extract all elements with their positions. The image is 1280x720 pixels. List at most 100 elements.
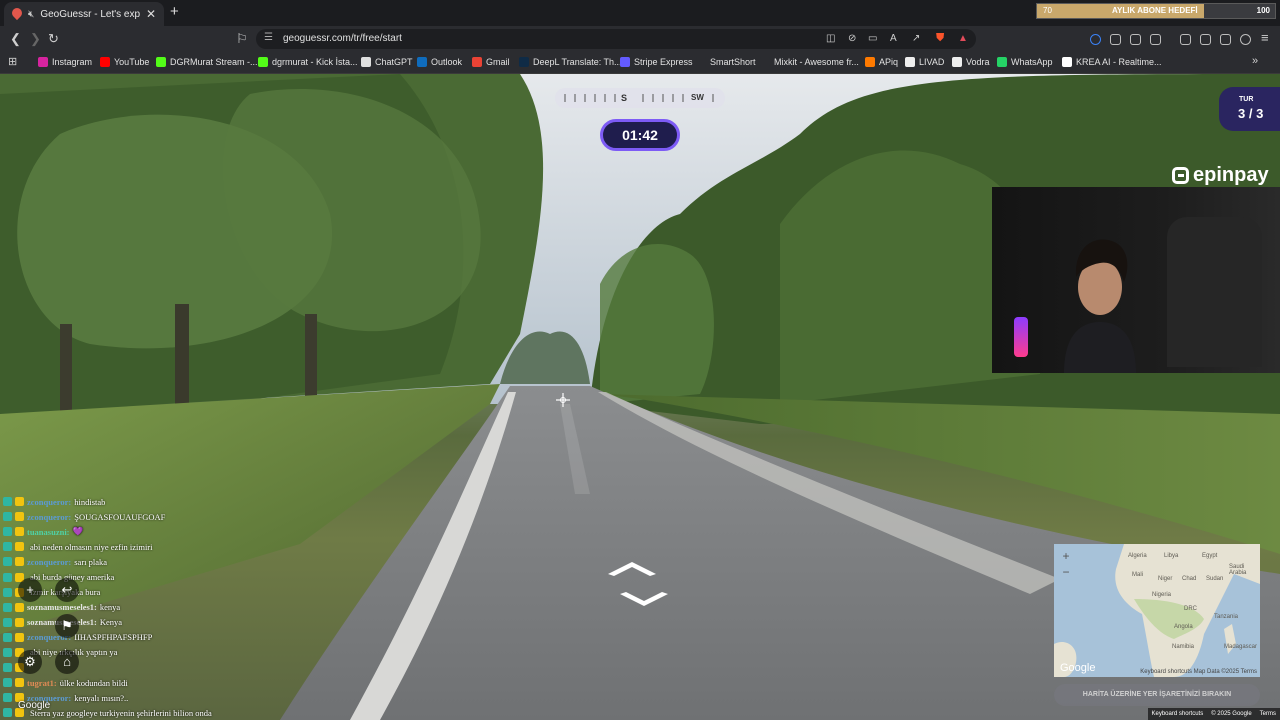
bookmark-item[interactable]: DGRMurat Stream -... — [156, 57, 258, 67]
tab-geoguessr[interactable]: 🔇︎ GeoGuessr - Let's explore the ✕ — [4, 2, 164, 26]
chat-message: Sterra yaz googleye turkiyenin şehirleri… — [3, 705, 333, 720]
bookmark-favicon-icon — [156, 57, 166, 67]
street-view-panorama[interactable]: S SW 01:42 TUR 3 / 3 epinpay zconqueror:… — [0, 74, 1280, 720]
bookmark-item[interactable]: Vodra — [952, 57, 990, 67]
site-info-icon[interactable]: ☰ — [264, 32, 273, 43]
terms-link[interactable]: Terms — [1260, 711, 1276, 717]
mute-icon[interactable]: ⊘ — [848, 32, 856, 45]
tab-close-icon[interactable]: ✕ — [146, 7, 156, 21]
bookmark-favicon-icon — [865, 57, 875, 67]
chat-username: soznamusmeseles1: — [27, 602, 97, 613]
bookmark-item[interactable]: LIVAD — [905, 57, 944, 67]
reader-icon[interactable]: ◫ — [826, 32, 835, 45]
chat-text: abi neden olmasın niye ezfin izimiri — [30, 541, 153, 552]
chat-message: zconqueror: IIHASPFHPAFSPHFP — [3, 630, 333, 645]
more-bookmarks-icon[interactable]: » — [1252, 55, 1258, 68]
chat-text: Sterra yaz googleye turkiyenin şehirleri… — [30, 707, 212, 718]
extension-icon[interactable] — [1110, 34, 1121, 45]
forward-icon[interactable]: ❯ — [30, 32, 41, 45]
zoom-in-icon[interactable]: + — [18, 578, 42, 602]
chat-message: İzmir karşıyaka bura — [3, 585, 333, 600]
extension-icon[interactable] — [1150, 34, 1161, 45]
bookmark-label: Gmail — [486, 57, 510, 67]
guess-minimap[interactable]: Algeria Libya Egypt Mali Niger Chad Sudan Niger… — [1054, 544, 1260, 677]
map-country-label: Tanzania — [1214, 614, 1239, 620]
chat-message: tuanasuzni: 💜 — [3, 524, 333, 539]
cast-icon[interactable]: ▭ — [868, 32, 877, 45]
settings-gear-icon[interactable]: ⚙ — [18, 650, 42, 674]
goal-target: 100 — [1256, 6, 1270, 15]
bookmark-item[interactable]: DeepL Translate: Th... — [519, 57, 622, 67]
map-zoom-out-icon[interactable]: − — [1060, 566, 1072, 578]
apps-grid-icon[interactable]: ⊞ — [8, 56, 17, 69]
sponsor-name: epinpay — [1193, 164, 1269, 186]
speaker-muted-icon[interactable]: 🔇︎ — [28, 9, 34, 20]
bookmark-item[interactable]: SmartShort — [696, 57, 756, 67]
map-country-label: Madagascar — [1224, 644, 1258, 650]
round-label: TUR — [1239, 96, 1254, 103]
chat-message: zconqueror: ŞOUGASFOUAUFGOAF — [3, 509, 333, 524]
bookmark-item[interactable]: Gmail — [472, 57, 510, 67]
chat-username: tugrat1: — [27, 677, 57, 688]
bookmark-favicon-icon — [38, 57, 48, 67]
brave-shield-icon[interactable]: ⛊ — [936, 32, 944, 45]
chat-message — [3, 660, 333, 675]
guess-button[interactable]: HARİTA ÜZERİNE YER İŞARETİNİZİ BIRAKIN — [1054, 684, 1260, 706]
bookmark-item[interactable]: Instagram — [38, 57, 92, 67]
back-icon[interactable]: ❮ — [10, 32, 21, 45]
bookmark-favicon-icon — [258, 57, 268, 67]
chat-text: ŞOUGASFOUAUFGOAF — [74, 511, 166, 522]
bookmark-label: DeepL Translate: Th... — [533, 57, 622, 67]
bookmark-item[interactable]: ChatGPT — [361, 57, 413, 67]
bookmark-item[interactable]: Stripe Express — [620, 57, 693, 67]
move-forward-arrow-icon — [608, 562, 656, 576]
chat-badge-icon — [3, 663, 12, 673]
bookmark-item[interactable]: dgrmurat - Kick İsta... — [258, 57, 358, 67]
chat-text: kenyalı mısın?.. — [74, 692, 129, 703]
bookmark-icon[interactable]: ⚐ — [236, 32, 248, 45]
sidebar-icon[interactable] — [1180, 34, 1191, 45]
screen: 🔇︎ GeoGuessr - Let's explore the ✕ + 70 … — [0, 0, 1280, 720]
epinpay-logo-icon — [1172, 167, 1189, 184]
extension-icon[interactable] — [1090, 34, 1101, 45]
rewards-icon[interactable]: ▲ — [958, 32, 968, 45]
vpn-icon[interactable] — [1240, 34, 1251, 45]
map-zoom-in-icon[interactable]: + — [1060, 550, 1072, 562]
bookmark-label: Mixkit - Awesome fr... — [774, 57, 859, 67]
bookmark-item[interactable]: Mixkit - Awesome fr... — [760, 57, 859, 67]
chat-message: zconqueror: sarı plaka — [3, 554, 333, 569]
return-to-start-icon[interactable]: ⌂ — [55, 650, 79, 674]
share-icon[interactable]: ↗ — [912, 32, 920, 45]
bookmark-item[interactable]: WhatsApp — [997, 57, 1053, 67]
bookmark-item[interactable]: YouTube — [100, 57, 149, 67]
checkpoint-icon[interactable]: ⚑ — [55, 614, 79, 638]
url-text: geoguessr.com/tr/free/start — [283, 33, 402, 44]
translate-icon[interactable]: A — [890, 32, 897, 45]
address-bar[interactable]: ☰ geoguessr.com/tr/free/start ◫ ⊘ ▭ A ↗ … — [256, 29, 976, 49]
menu-icon[interactable]: ≡ — [1261, 31, 1269, 44]
bookmark-label: Vodra — [966, 57, 990, 67]
map-country-label: Namibia — [1172, 644, 1195, 650]
chat-message: soznamusmeseles1: kenya — [3, 600, 333, 615]
bookmark-item[interactable]: APiq — [865, 57, 898, 67]
map-country-label: Sudan — [1206, 576, 1224, 582]
map-country-label: Saudi Arabia — [1229, 564, 1247, 576]
bookmark-label: LIVAD — [919, 57, 945, 67]
bookmark-item[interactable]: KREA AI - Realtime... — [1062, 57, 1162, 67]
chat-text: hindistab — [74, 496, 106, 507]
wallet-icon[interactable] — [1200, 34, 1211, 45]
navigation-arrows[interactable] — [600, 554, 680, 614]
undo-move-icon[interactable]: ↩ — [55, 578, 79, 602]
chat-badge-icon — [3, 632, 12, 642]
map-country-label: Chad — [1182, 576, 1197, 582]
sponsor-logo: epinpay — [1172, 164, 1269, 187]
bookmark-item[interactable]: Outlook — [417, 57, 462, 67]
map-country-label: Libya — [1164, 553, 1179, 559]
puzzle-icon[interactable] — [1130, 34, 1141, 45]
keyboard-shortcuts-link[interactable]: Keyboard shortcuts — [1152, 711, 1204, 717]
bookmark-favicon-icon — [620, 57, 630, 67]
new-tab-button[interactable]: + — [170, 3, 179, 20]
reload-icon[interactable]: ↻ — [48, 32, 59, 45]
leo-icon[interactable] — [1220, 34, 1231, 45]
bookmark-favicon-icon — [905, 57, 915, 67]
